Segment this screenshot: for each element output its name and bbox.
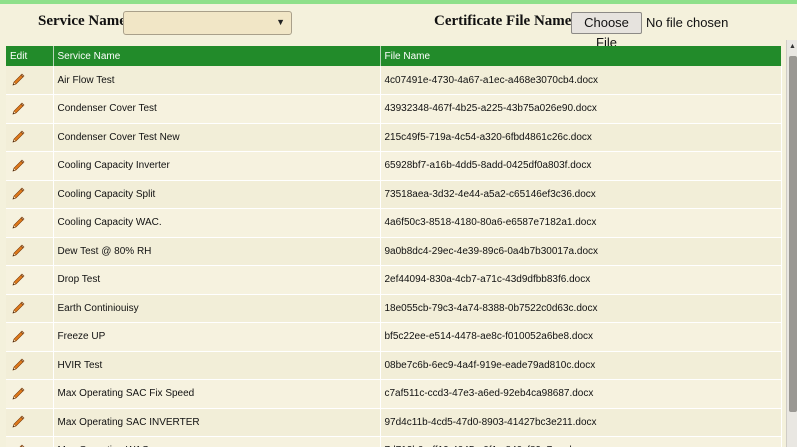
edit-cell <box>6 123 54 152</box>
pencil-edit-icon[interactable] <box>10 101 26 117</box>
no-file-chosen-text: No file chosen <box>646 15 729 30</box>
table-row: Air Flow Test 4c07491e-4730-4a67-a1ec-a46… <box>6 66 782 95</box>
table-row: Condenser Cover Test 43932348-467f-4b25-a… <box>6 94 782 124</box>
edit-cell <box>6 294 54 323</box>
edit-cell <box>6 237 54 266</box>
pencil-edit-icon[interactable] <box>10 443 26 447</box>
certificate-grid-container: Edit Service Name File Name Air Flow Tes… <box>0 40 797 447</box>
service-name-cell: Freeze UP <box>53 322 381 352</box>
service-name-cell: Max Operating SAC INVERTER <box>53 408 381 437</box>
file-name-cell: 4c07491e-4730-4a67-a1ec-a468e3070cb4.doc… <box>380 66 782 95</box>
service-name-cell: Max Operating SAC Fix Speed <box>53 379 381 409</box>
service-name-cell: Condenser Cover Test <box>53 94 381 124</box>
service-name-cell: Air Flow Test <box>53 66 381 95</box>
service-name-cell: Dew Test @ 80% RH <box>53 237 381 266</box>
pencil-edit-icon[interactable] <box>10 243 26 259</box>
table-row: Max Operating SAC INVERTER 97d4c11b-4cd5-… <box>6 408 782 437</box>
table-row: Cooling Capacity Inverter 65928bf7-a16b-4… <box>6 151 782 181</box>
certificate-grid: Edit Service Name File Name Air Flow Tes… <box>6 46 782 447</box>
service-name-cell: HVIR Test <box>53 351 381 380</box>
file-name-cell: 2ef44094-830a-4cb7-a71c-43d9dfbb83f6.doc… <box>380 265 782 295</box>
edit-cell <box>6 208 54 238</box>
table-row: Dew Test @ 80% RH 9a0b8dc4-29ec-4e39-89c6… <box>6 237 782 266</box>
vertical-scrollbar[interactable]: ▲ <box>786 40 797 447</box>
table-row: Cooling Capacity Split 73518aea-3d32-4e44… <box>6 180 782 209</box>
pencil-edit-icon[interactable] <box>10 158 26 174</box>
service-name-cell: Cooling Capacity Split <box>53 180 381 209</box>
edit-cell <box>6 379 54 409</box>
table-row: Condenser Cover Test New 215c49f5-719a-4c… <box>6 123 782 152</box>
table-row: Drop Test 2ef44094-830a-4cb7-a71c-43d9dfb… <box>6 265 782 295</box>
table-row: Cooling Capacity WAC. 4a6f50c3-8518-4180-… <box>6 208 782 238</box>
edit-cell <box>6 408 54 437</box>
file-name-cell: 9a0b8dc4-29ec-4e39-89c6-0a4b7b30017a.doc… <box>380 237 782 266</box>
column-header-file-name[interactable]: File Name <box>380 46 781 66</box>
service-name-cell: Cooling Capacity WAC. <box>53 208 381 238</box>
service-name-cell: Drop Test <box>53 265 381 295</box>
edit-cell <box>6 151 54 181</box>
file-name-cell: 73518aea-3d32-4e44-a5a2-c65146ef3c36.doc… <box>380 180 782 209</box>
scroll-up-arrow-icon[interactable]: ▲ <box>787 42 797 52</box>
table-row: Max Operating WAC7d712b0a-ff19-4045-a0f1… <box>6 436 782 447</box>
column-header-edit[interactable]: Edit <box>6 46 54 66</box>
pencil-edit-icon[interactable] <box>10 329 26 345</box>
file-name-cell: bf5c22ee-e514-4478-ae8c-f010052a6be8.doc… <box>380 322 782 352</box>
table-row: Freeze UP bf5c22ee-e514-4478-ae8c-f010052… <box>6 322 782 352</box>
file-name-cell: 7d712b0a-ff19-4045-a0f1-c840cf89a7ee.doc… <box>380 436 782 447</box>
upload-form: Service Name: ▼ Certificate File Name: C… <box>0 4 797 50</box>
service-name-cell: Max Operating WAC <box>53 436 381 447</box>
pencil-edit-icon[interactable] <box>10 215 26 231</box>
column-header-service-name[interactable]: Service Name <box>53 46 381 66</box>
file-name-cell: 97d4c11b-4cd5-47d0-8903-41427bc3e211.doc… <box>380 408 782 437</box>
pencil-edit-icon[interactable] <box>10 186 26 202</box>
service-name-cell: Earth Continiouisy <box>53 294 381 323</box>
edit-cell <box>6 94 54 124</box>
service-name-cell: Cooling Capacity Inverter <box>53 151 381 181</box>
dropdown-caret-icon: ▼ <box>276 17 285 27</box>
choose-file-button[interactable]: Choose File <box>571 12 642 50</box>
certificate-file-label: Certificate File Name: <box>434 13 577 29</box>
pencil-edit-icon[interactable] <box>10 357 26 373</box>
edit-cell <box>6 436 54 447</box>
file-name-cell: 08be7c6b-6ec9-4a4f-919e-eade79ad810c.doc… <box>380 351 782 380</box>
edit-cell <box>6 265 54 295</box>
edit-cell <box>6 351 54 380</box>
service-name-select[interactable]: ▼ <box>123 11 292 35</box>
file-name-cell: 215c49f5-719a-4c54-a320-6fbd4861c26c.doc… <box>380 123 782 152</box>
file-name-cell: 65928bf7-a16b-4dd5-8add-0425df0a803f.doc… <box>380 151 782 181</box>
table-row: Earth Continiouisy 18e055cb-79c3-4a74-838… <box>6 294 782 323</box>
edit-cell <box>6 322 54 352</box>
pencil-edit-icon[interactable] <box>10 129 26 145</box>
service-name-label: Service Name: <box>38 13 131 29</box>
table-row: Max Operating SAC Fix Speed c7af511c-ccd3… <box>6 379 782 409</box>
scrollbar-thumb[interactable] <box>789 56 797 412</box>
edit-cell <box>6 66 54 95</box>
pencil-edit-icon[interactable] <box>10 414 26 430</box>
pencil-edit-icon[interactable] <box>10 272 26 288</box>
pencil-edit-icon[interactable] <box>10 300 26 316</box>
file-name-cell: 43932348-467f-4b25-a225-43b75a026e90.doc… <box>380 94 782 124</box>
pencil-edit-icon[interactable] <box>10 386 26 402</box>
edit-cell <box>6 180 54 209</box>
file-name-cell: 4a6f50c3-8518-4180-80a6-e6587e7182a1.doc… <box>380 208 782 238</box>
table-row: HVIR Test 08be7c6b-6ec9-4a4f-919e-eade79a… <box>6 351 782 380</box>
file-name-cell: c7af511c-ccd3-47e3-a6ed-92eb4ca98687.doc… <box>380 379 782 409</box>
grid-header-row: Edit Service Name File Name <box>6 46 781 66</box>
pencil-edit-icon[interactable] <box>10 72 26 88</box>
service-name-cell: Condenser Cover Test New <box>53 123 381 152</box>
file-name-cell: 18e055cb-79c3-4a74-8388-0b7522c0d63c.doc… <box>380 294 782 323</box>
